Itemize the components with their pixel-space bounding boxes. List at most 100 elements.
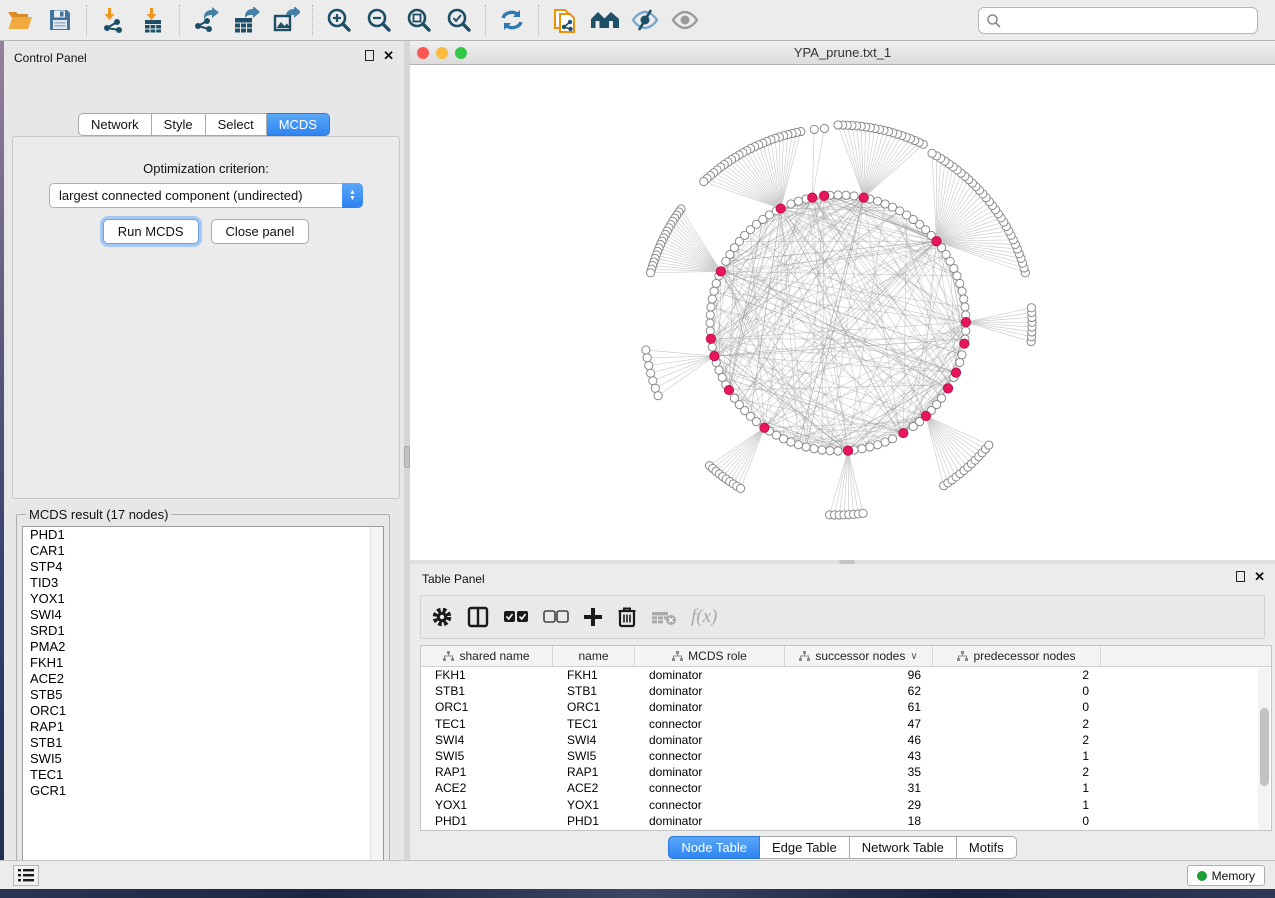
table-cell: dominator xyxy=(635,700,785,714)
search-field[interactable] xyxy=(978,7,1258,34)
table-cell: 2 xyxy=(933,717,1101,731)
delete-column-icon[interactable] xyxy=(617,602,637,632)
search-input[interactable] xyxy=(1002,13,1257,28)
tab-network[interactable]: Network xyxy=(78,113,152,136)
node-table-body: FKH1FKH1dominator962STB1STB1dominator620… xyxy=(421,667,1271,829)
mcds-result-item[interactable]: PHD1 xyxy=(23,527,383,543)
mcds-result-item[interactable]: YOX1 xyxy=(23,591,383,607)
column-header-successor-nodes[interactable]: successor nodes∨ xyxy=(785,646,933,666)
mcds-result-item[interactable]: FKH1 xyxy=(23,655,383,671)
mcds-result-item[interactable]: ORC1 xyxy=(23,703,383,719)
table-row[interactable]: YOX1YOX1connector291 xyxy=(421,797,1271,813)
tab-network-table[interactable]: Network Table xyxy=(850,836,957,859)
import-table-icon[interactable] xyxy=(136,5,170,35)
node-table: shared namenameMCDS rolesuccessor nodes∨… xyxy=(420,645,1272,831)
show-all-eye-icon[interactable] xyxy=(668,5,702,35)
tab-edge-table[interactable]: Edge Table xyxy=(760,836,850,859)
table-row[interactable]: FKH1FKH1dominator962 xyxy=(421,667,1271,683)
tab-motifs[interactable]: Motifs xyxy=(957,836,1017,859)
criterion-dropdown[interactable]: largest connected component (undirected)… xyxy=(49,183,363,208)
task-history-button[interactable] xyxy=(13,865,39,886)
table-scrollbar-track[interactable] xyxy=(1258,668,1270,830)
table-cell: 2 xyxy=(933,733,1101,747)
zoom-fit-icon[interactable] xyxy=(402,5,436,35)
network-graph[interactable] xyxy=(410,66,1275,560)
zoom-out-icon[interactable] xyxy=(362,5,396,35)
toolbar-separator xyxy=(86,5,87,35)
mcds-result-item[interactable]: TEC1 xyxy=(23,767,383,783)
export-image-icon[interactable] xyxy=(269,5,303,35)
float-panel-icon[interactable] xyxy=(365,50,374,61)
gear-icon[interactable] xyxy=(431,602,453,632)
copy-network-icon[interactable] xyxy=(548,5,582,35)
list-scrollbar-track[interactable] xyxy=(370,527,383,872)
zoom-selected-icon[interactable] xyxy=(442,5,476,35)
import-network-icon[interactable] xyxy=(96,5,130,35)
export-table-icon[interactable] xyxy=(229,5,263,35)
memory-button[interactable]: Memory xyxy=(1187,865,1265,886)
table-row[interactable]: ORC1ORC1dominator610 xyxy=(421,699,1271,715)
deselect-all-icon[interactable] xyxy=(543,602,569,632)
table-cell: ORC1 xyxy=(421,700,553,714)
mcds-result-item[interactable]: RAP1 xyxy=(23,719,383,735)
table-row[interactable]: STB1STB1dominator620 xyxy=(421,683,1271,699)
mcds-result-item[interactable]: SWI4 xyxy=(23,607,383,623)
close-panel-icon[interactable]: ✕ xyxy=(383,50,394,61)
tab-mcds[interactable]: MCDS xyxy=(267,113,330,136)
tab-node-table[interactable]: Node Table xyxy=(668,836,760,859)
mcds-result-item[interactable]: STB1 xyxy=(23,735,383,751)
table-cell: ORC1 xyxy=(553,700,635,714)
mcds-result-item[interactable]: SRD1 xyxy=(23,623,383,639)
clear-table-icon[interactable] xyxy=(651,602,677,632)
table-cell: dominator xyxy=(635,814,785,828)
mcds-result-item[interactable]: CAR1 xyxy=(23,543,383,559)
column-header-name[interactable]: name xyxy=(553,646,635,666)
run-mcds-button[interactable]: Run MCDS xyxy=(103,219,199,244)
mcds-result-item[interactable]: TID3 xyxy=(23,575,383,591)
table-row[interactable]: TEC1TEC1connector472 xyxy=(421,716,1271,732)
select-all-icon[interactable] xyxy=(503,602,529,632)
tab-style[interactable]: Style xyxy=(152,113,206,136)
table-row[interactable]: SWI4SWI4dominator462 xyxy=(421,732,1271,748)
mcds-result-item[interactable]: GCR1 xyxy=(23,783,383,799)
control-panel-tabs: Network Style Select MCDS xyxy=(78,113,330,136)
save-session-icon[interactable] xyxy=(43,5,77,35)
table-row[interactable]: PHD1PHD1dominator180 xyxy=(421,813,1271,829)
zoom-in-icon[interactable] xyxy=(322,5,356,35)
table-row[interactable]: ACE2ACE2connector311 xyxy=(421,780,1271,796)
open-file-icon[interactable] xyxy=(3,5,37,35)
table-scrollbar-thumb[interactable] xyxy=(1260,708,1269,786)
column-header-predecessor-nodes[interactable]: predecessor nodes xyxy=(933,646,1101,666)
table-row[interactable]: RAP1RAP1dominator352 xyxy=(421,764,1271,780)
refresh-icon[interactable] xyxy=(495,5,529,35)
network-titlebar[interactable]: YPA_prune.txt_1 xyxy=(410,41,1275,65)
close-table-panel-icon[interactable]: ✕ xyxy=(1254,571,1265,582)
table-cell: dominator xyxy=(635,765,785,779)
mcds-result-item[interactable]: SWI5 xyxy=(23,751,383,767)
tab-select[interactable]: Select xyxy=(206,113,267,136)
table-cell: RAP1 xyxy=(421,765,553,779)
table-cell: 1 xyxy=(933,749,1101,763)
mcds-result-item[interactable]: ACE2 xyxy=(23,671,383,687)
float-table-panel-icon[interactable] xyxy=(1236,571,1245,582)
home-layout-icon[interactable] xyxy=(588,5,622,35)
horizontal-splitter-grip[interactable] xyxy=(839,560,855,564)
mcds-result-item[interactable]: STP4 xyxy=(23,559,383,575)
table-cell: 47 xyxy=(785,717,933,731)
mcds-result-item[interactable]: STB5 xyxy=(23,687,383,703)
hide-selected-eye-icon[interactable] xyxy=(628,5,662,35)
close-panel-button[interactable]: Close panel xyxy=(211,219,310,244)
table-toolbar: f(x) xyxy=(420,595,1265,639)
table-cell: 62 xyxy=(785,684,933,698)
mcds-result-list[interactable]: PHD1CAR1STP4TID3YOX1SWI4SRD1PMA2FKH1ACE2… xyxy=(22,526,384,873)
network-canvas[interactable] xyxy=(410,66,1275,560)
split-panel-icon[interactable] xyxy=(467,602,489,632)
column-header-shared-name[interactable]: shared name xyxy=(421,646,553,666)
table-row[interactable]: SWI5SWI5connector431 xyxy=(421,748,1271,764)
function-builder-icon[interactable]: f(x) xyxy=(691,602,717,632)
table-cell: connector xyxy=(635,749,785,763)
export-network-icon[interactable] xyxy=(189,5,223,35)
mcds-result-item[interactable]: PMA2 xyxy=(23,639,383,655)
column-header-MCDS-role[interactable]: MCDS role xyxy=(635,646,785,666)
add-column-icon[interactable] xyxy=(583,602,603,632)
